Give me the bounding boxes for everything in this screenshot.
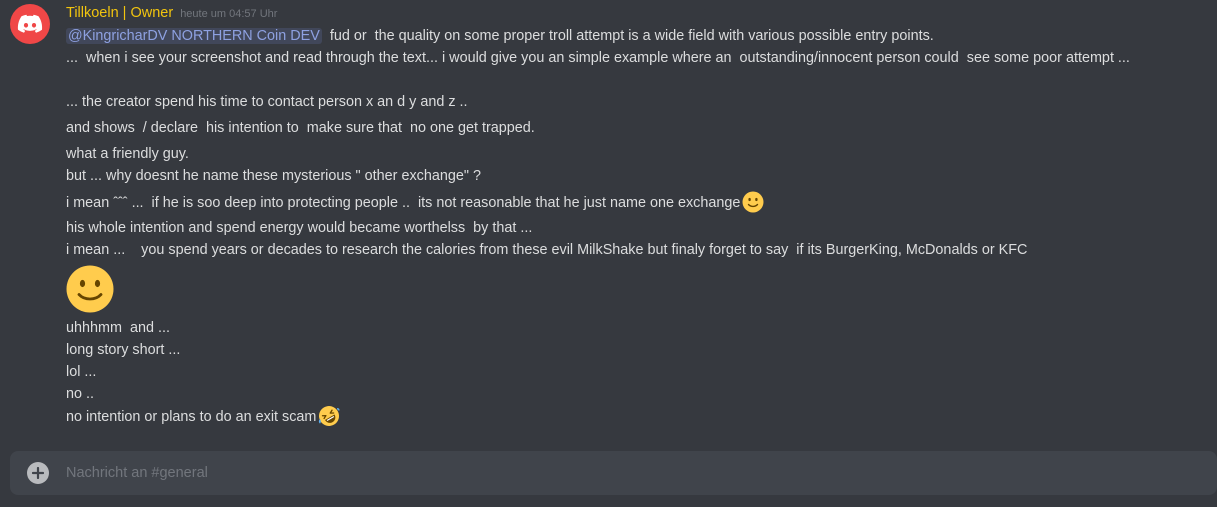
message-text: fud or the quality on some proper troll … — [321, 28, 934, 44]
message-line: long story short ... — [66, 342, 181, 358]
avatar[interactable] — [10, 4, 50, 44]
message-text: i mean ˆˆˆ ... if he is soo deep into pr… — [66, 194, 741, 211]
message-line: @KingricharDV NORTHERN Coin DEV fud or t… — [66, 26, 934, 46]
message-header: Tillkoeln | Owner heute um 04:57 Uhr — [66, 5, 277, 25]
message-timestamp: heute um 04:57 Uhr — [180, 8, 278, 20]
message-line: i mean ˆˆˆ ... if he is soo deep into pr… — [66, 191, 764, 214]
message-composer — [10, 451, 1217, 495]
message-line: but ... why doesnt he name these mysteri… — [66, 168, 481, 184]
message-input[interactable] — [66, 465, 1217, 481]
message-line: lol ... — [66, 364, 97, 380]
message-line: and shows / declare his intention to mak… — [66, 120, 535, 136]
message-line: ... when i see your screenshot and read … — [66, 50, 1130, 66]
message-line: uhhhmm and ... — [66, 320, 170, 336]
message-line: i mean ... you spend years or decades to… — [66, 242, 1028, 258]
plus-icon — [32, 467, 44, 479]
message-list: Tillkoeln | Owner heute um 04:57 Uhr @Ki… — [0, 0, 1217, 440]
rolling-on-floor-laughing-icon[interactable] — [318, 405, 340, 427]
author-name[interactable]: Tillkoeln | Owner — [66, 5, 173, 21]
message-line: ... the creator spend his time to contac… — [66, 94, 468, 110]
message-line: no intention or plans to do an exit scam — [66, 406, 340, 428]
slightly-smiling-face-icon[interactable] — [66, 265, 114, 313]
message-text: no intention or plans to do an exit scam — [66, 408, 317, 425]
message-line: no .. — [66, 386, 95, 402]
user-mention[interactable]: @KingricharDV NORTHERN Coin DEV — [66, 28, 322, 44]
message-line: what a friendly guy. — [66, 146, 189, 162]
slightly-smiling-face-icon[interactable] — [742, 191, 764, 213]
upload-button[interactable] — [27, 462, 49, 484]
discord-logo-icon — [17, 14, 43, 33]
message-line: his whole intention and spend energy wou… — [66, 220, 533, 236]
